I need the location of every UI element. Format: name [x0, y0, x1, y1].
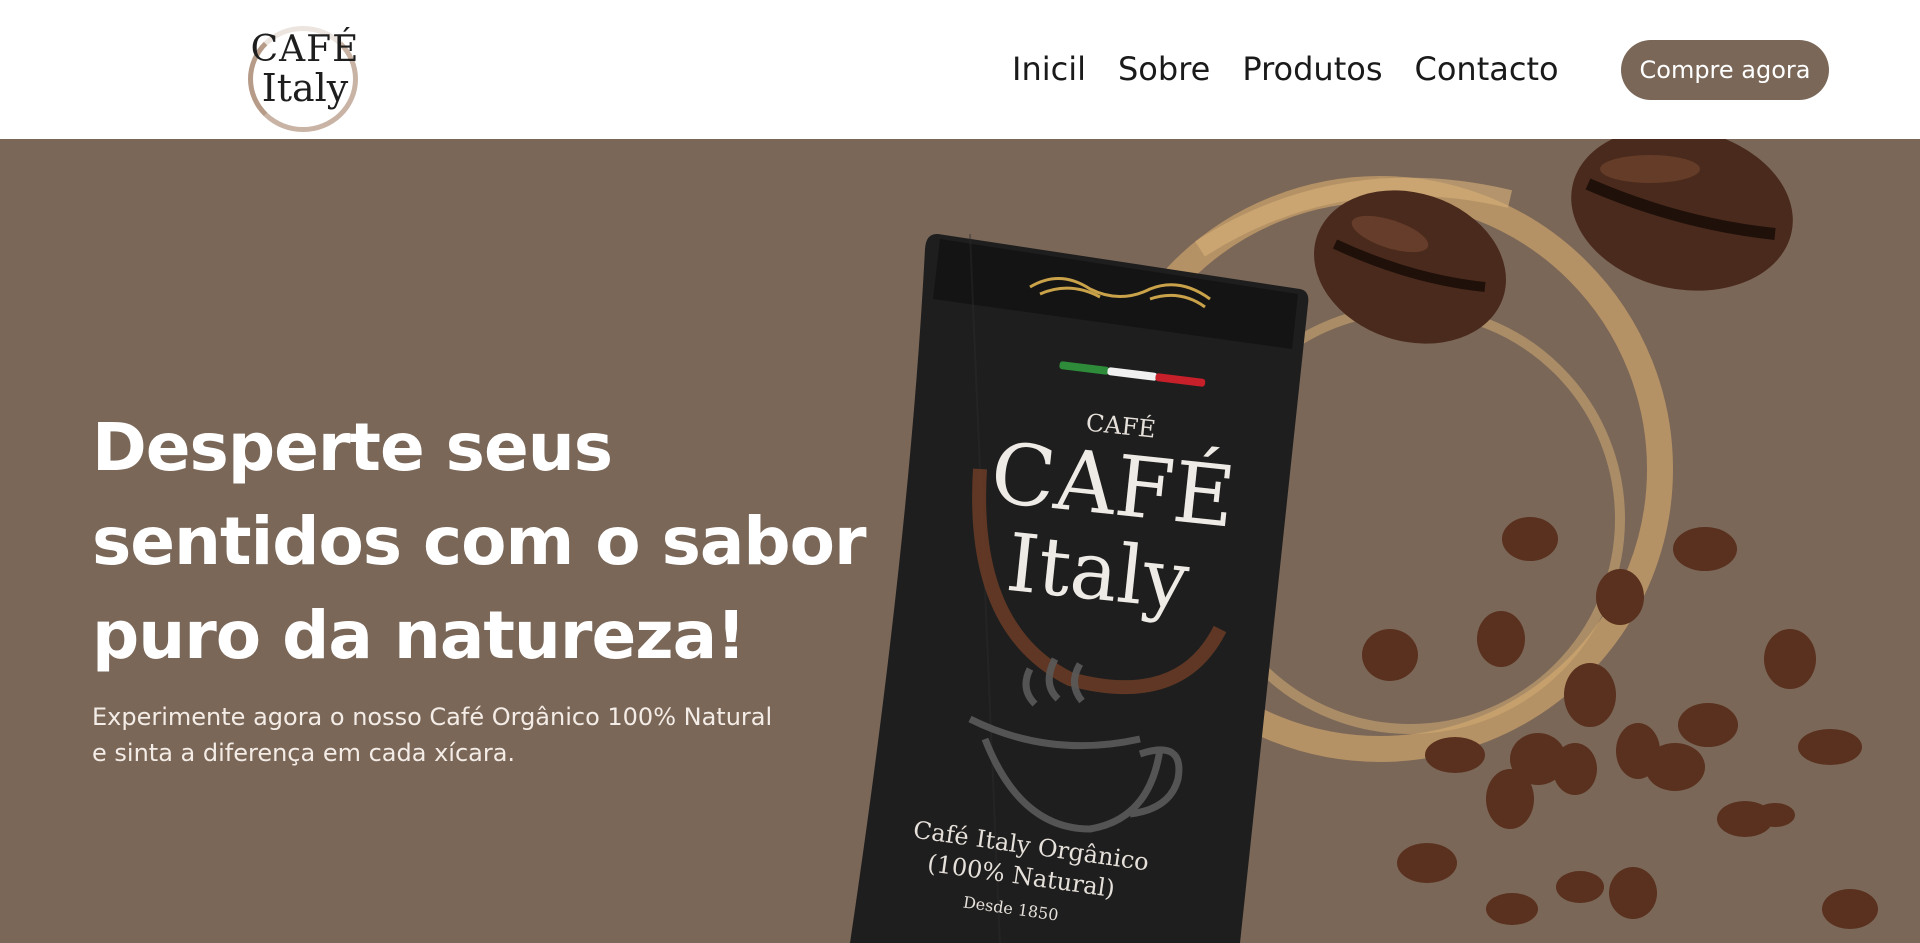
logo-text-italy: Italy	[261, 66, 349, 110]
main-nav: Inicil Sobre Produtos Contacto	[1012, 38, 1591, 100]
buy-now-button[interactable]: Compre agora	[1621, 40, 1829, 100]
logo-wordmark: CAFÉ Italy	[240, 29, 370, 110]
hero-headline-line: Desperte seus	[92, 409, 613, 486]
hero-subtitle-line: Experimente agora o nosso Café Orgânico …	[92, 703, 773, 731]
hero-headline: Desperte seus sentidos com o sabor puro …	[92, 401, 912, 683]
hero-headline-line: sentidos com o sabor	[92, 503, 867, 580]
site-header: CAFÉ Italy Inicil Sobre Produtos Contact…	[0, 0, 1920, 139]
hero-section: Desperte seus sentidos com o sabor puro …	[0, 139, 1920, 943]
hero-headline-line: puro da natureza!	[92, 597, 746, 674]
coffee-package: CAFÉ CAFÉ Italy Café Italy Orgânico (100…	[850, 233, 1309, 943]
nav-link-sobre[interactable]: Sobre	[1118, 50, 1210, 88]
nav-link-inicio[interactable]: Inicil	[1012, 50, 1086, 88]
logo-text-cafe: CAFÉ	[250, 29, 360, 70]
hero-subtitle: Experimente agora o nosso Café Orgânico …	[92, 699, 852, 771]
hero-subtitle-line: e sinta a diferença em cada xícara.	[92, 739, 516, 767]
product-hero-image: CAFÉ CAFÉ Italy Café Italy Orgânico (100…	[850, 139, 1878, 943]
nav-link-produtos[interactable]: Produtos	[1242, 50, 1382, 88]
brand-logo[interactable]: CAFÉ Italy	[240, 12, 370, 134]
nav-link-contacto[interactable]: Contacto	[1414, 50, 1558, 88]
package-label-italy: Italy	[1002, 516, 1193, 628]
